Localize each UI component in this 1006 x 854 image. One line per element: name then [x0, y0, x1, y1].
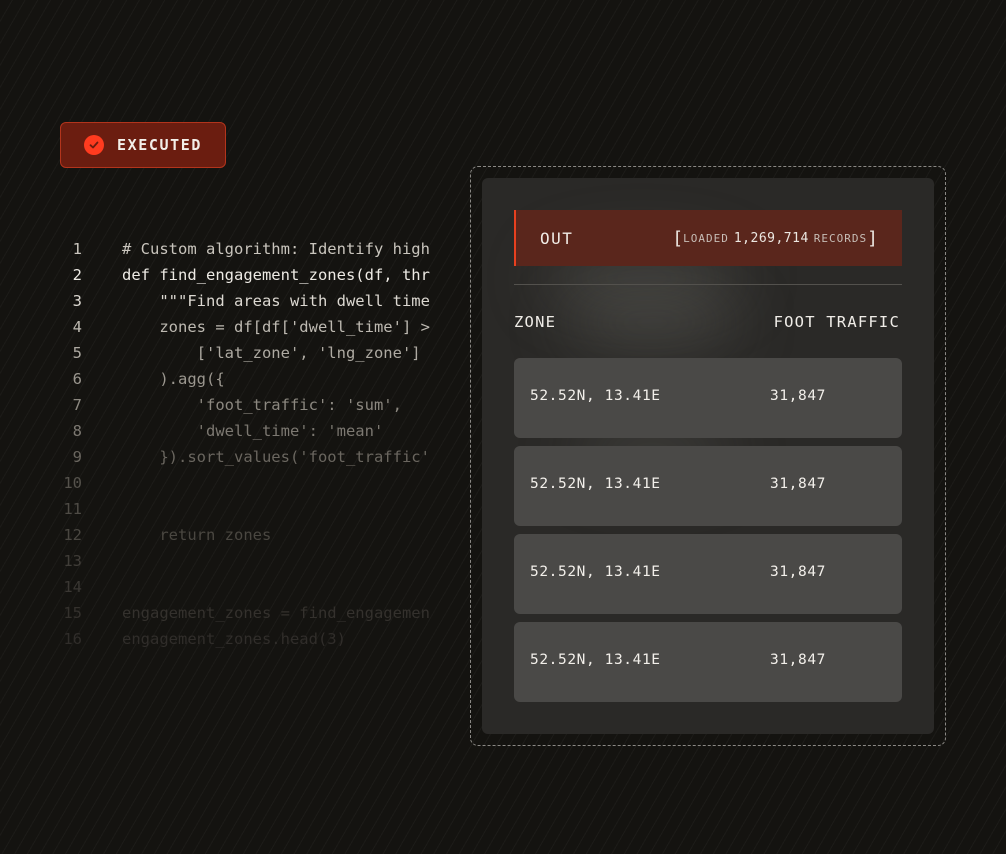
- line-code: """Find areas with dwell time: [122, 292, 430, 310]
- line-code: 'foot_traffic': 'sum',: [122, 396, 402, 414]
- line-number: 9: [72, 448, 82, 466]
- code-line: 5 ['lat_zone', 'lng_zone']: [0, 340, 480, 366]
- code-line: 14: [0, 574, 480, 600]
- line-code: engagement_zones = find_engagemen: [122, 604, 430, 622]
- code-editor: 1 # Custom algorithm: Identify high 2 def f…: [0, 236, 480, 656]
- line-number: 3: [72, 292, 82, 310]
- line-number: 5: [72, 344, 82, 362]
- code-line: 2 def find_engagement_zones(df, thr: [0, 262, 480, 288]
- status-prefix: LOADED: [683, 231, 729, 245]
- line-number: 16: [63, 630, 82, 648]
- line-number: 8: [72, 422, 82, 440]
- line-number: 10: [63, 474, 82, 492]
- status-count: 1,269,714: [733, 230, 809, 246]
- line-number: 12: [63, 526, 82, 544]
- line-code: engagement_zones.head(3): [122, 630, 346, 648]
- traffic-cell: 31,847: [770, 476, 826, 492]
- line-code: # Custom algorithm: Identify high: [122, 240, 430, 258]
- table-row: 52.52N, 13.41E 31,847: [514, 358, 902, 438]
- out-label: OUT: [540, 228, 574, 248]
- line-number: 6: [72, 370, 82, 388]
- code-line: 4 zones = df[df['dwell_time'] >: [0, 314, 480, 340]
- traffic-cell: 31,847: [770, 388, 826, 404]
- line-number: 7: [72, 396, 82, 414]
- output-status-bar: OUT [ LOADED 1,269,714 RECORDS ]: [514, 210, 902, 266]
- code-line: 15 engagement_zones = find_engagemen: [0, 600, 480, 626]
- table-row: 52.52N, 13.41E 31,847: [514, 534, 902, 614]
- line-number: 11: [63, 500, 82, 518]
- code-line: 11: [0, 496, 480, 522]
- records-status: [ LOADED 1,269,714 RECORDS ]: [672, 227, 878, 249]
- zone-cell: 52.52N, 13.41E: [530, 388, 661, 404]
- line-code: ['lat_zone', 'lng_zone']: [122, 344, 421, 362]
- code-line: 1 # Custom algorithm: Identify high: [0, 236, 480, 262]
- badge-label: EXECUTED: [117, 136, 203, 154]
- line-code: 'dwell_time': 'mean': [122, 422, 384, 440]
- zone-cell: 52.52N, 13.41E: [530, 476, 661, 492]
- line-code: def find_engagement_zones(df, thr: [122, 266, 430, 284]
- code-line: 6 ).agg({: [0, 366, 480, 392]
- output-panel: OUT [ LOADED 1,269,714 RECORDS ] ZONE FO…: [482, 178, 934, 734]
- traffic-cell: 31,847: [770, 564, 826, 580]
- column-header-zone: ZONE: [514, 313, 557, 331]
- check-circle-icon: [84, 135, 104, 155]
- table-row: 52.52N, 13.41E 31,847: [514, 446, 902, 526]
- line-number: 4: [72, 318, 82, 336]
- column-header-foot-traffic: FOOT TRAFFIC: [773, 313, 900, 331]
- code-line: 9 }).sort_values('foot_traffic': [0, 444, 480, 470]
- code-line: 12 return zones: [0, 522, 480, 548]
- code-line: 16 engagement_zones.head(3): [0, 626, 480, 652]
- line-number: 1: [72, 240, 82, 258]
- divider: [514, 284, 902, 285]
- line-code: zones = df[df['dwell_time'] >: [122, 318, 430, 336]
- line-number: 2: [72, 266, 82, 284]
- zone-cell: 52.52N, 13.41E: [530, 564, 661, 580]
- code-line: 10: [0, 470, 480, 496]
- zone-cell: 52.52N, 13.41E: [530, 652, 661, 668]
- line-code: return zones: [122, 526, 272, 544]
- line-number: 14: [63, 578, 82, 596]
- line-code: }).sort_values('foot_traffic': [122, 448, 430, 466]
- code-line: 13: [0, 548, 480, 574]
- line-number: 15: [63, 604, 82, 622]
- table-row: 52.52N, 13.41E 31,847: [514, 622, 902, 702]
- line-code: ).agg({: [122, 370, 225, 388]
- traffic-cell: 31,847: [770, 652, 826, 668]
- line-number: 13: [63, 552, 82, 570]
- code-line: 7 'foot_traffic': 'sum',: [0, 392, 480, 418]
- code-line: 3 """Find areas with dwell time: [0, 288, 480, 314]
- executed-badge: EXECUTED: [60, 122, 226, 168]
- code-line: 8 'dwell_time': 'mean': [0, 418, 480, 444]
- status-suffix: RECORDS: [813, 231, 868, 245]
